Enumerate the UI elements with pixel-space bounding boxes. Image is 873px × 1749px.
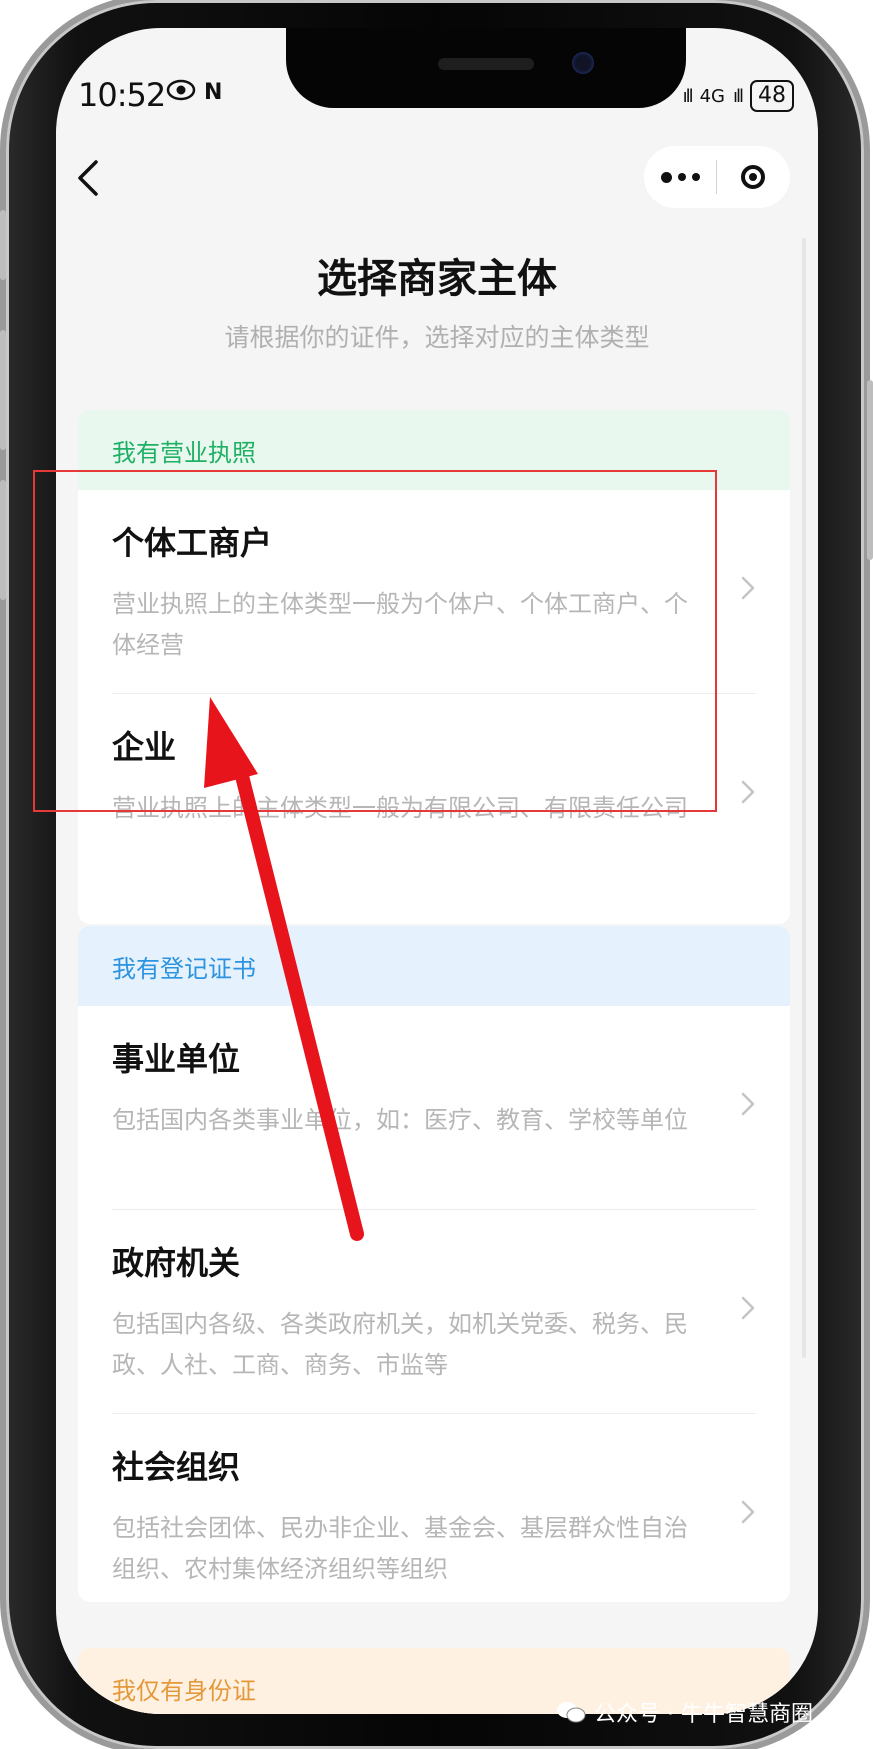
registration-certificate-section: 我有登记证书 事业单位 包括国内各类事业单位，如：医疗、教育、学校等单位 政府机… (78, 926, 790, 1602)
target-close-icon[interactable] (717, 146, 789, 208)
phone-side-button (867, 380, 873, 560)
phone-side-button (0, 480, 6, 600)
watermark-text: 公众号 · 牛牛智慧商圈 (594, 1702, 813, 1727)
status-time: 10:52 (78, 76, 166, 114)
phone-screen: 10:52 N ıll 4G ıll 48 选择商家主体 请根据你的证件，选择对… (56, 28, 818, 1714)
option-social-organization[interactable]: 社会组织 包括社会团体、民办非企业、基金会、基层群众性自治组织、农村集体经济组织… (112, 1414, 756, 1602)
front-camera (572, 52, 594, 74)
battery-level: 48 (750, 80, 794, 112)
scrollbar[interactable] (802, 238, 806, 1358)
wechat-icon (557, 1702, 586, 1723)
highlight-box (33, 470, 717, 812)
chevron-right-icon (741, 780, 755, 804)
notch (286, 28, 686, 108)
page-title: 选择商家主体 (317, 256, 557, 302)
option-public-institution[interactable]: 事业单位 包括国内各类事业单位，如：医疗、教育、学校等单位 (112, 1006, 756, 1210)
section-header: 我有登记证书 (78, 926, 790, 1006)
option-title: 政府机关 (112, 1244, 241, 1282)
chevron-right-icon (741, 1296, 755, 1320)
status-indicators: ıll 4G ıll 48 (683, 80, 794, 112)
option-government-agency[interactable]: 政府机关 包括国内各级、各类政府机关，如机关党委、税务、民政、人社、工商、商务、… (112, 1210, 756, 1414)
mini-program-capsule (644, 146, 790, 208)
option-title: 事业单位 (112, 1040, 241, 1078)
chevron-left-icon[interactable] (74, 156, 104, 200)
chevron-right-icon (741, 1500, 755, 1524)
page-subtitle: 请根据你的证件，选择对应的主体类型 (224, 323, 650, 352)
chevron-right-icon (741, 576, 755, 600)
signal-icon: ıll (732, 85, 744, 107)
eye-icon (166, 79, 196, 101)
option-description: 包括国内各级、各类政府机关，如机关党委、税务、民政、人社、工商、商务、市监等 (112, 1310, 688, 1379)
option-description: 包括国内各类事业单位，如：医疗、教育、学校等单位 (112, 1106, 688, 1134)
option-description: 包括社会团体、民办非企业、基金会、基层群众性自治组织、农村集体经济组织等组织 (112, 1514, 688, 1583)
network-type: 4G (699, 85, 725, 107)
earpiece-speaker (438, 58, 534, 70)
option-title: 社会组织 (112, 1448, 241, 1486)
phone-side-button (0, 330, 6, 450)
more-dots-icon[interactable] (644, 146, 716, 208)
phone-side-button (0, 210, 6, 280)
nfc-icon: N (204, 80, 223, 105)
chevron-right-icon (741, 1092, 755, 1116)
watermark: 公众号 · 牛牛智慧商圈 (556, 1696, 813, 1728)
signal-icon: ıll (682, 85, 694, 107)
